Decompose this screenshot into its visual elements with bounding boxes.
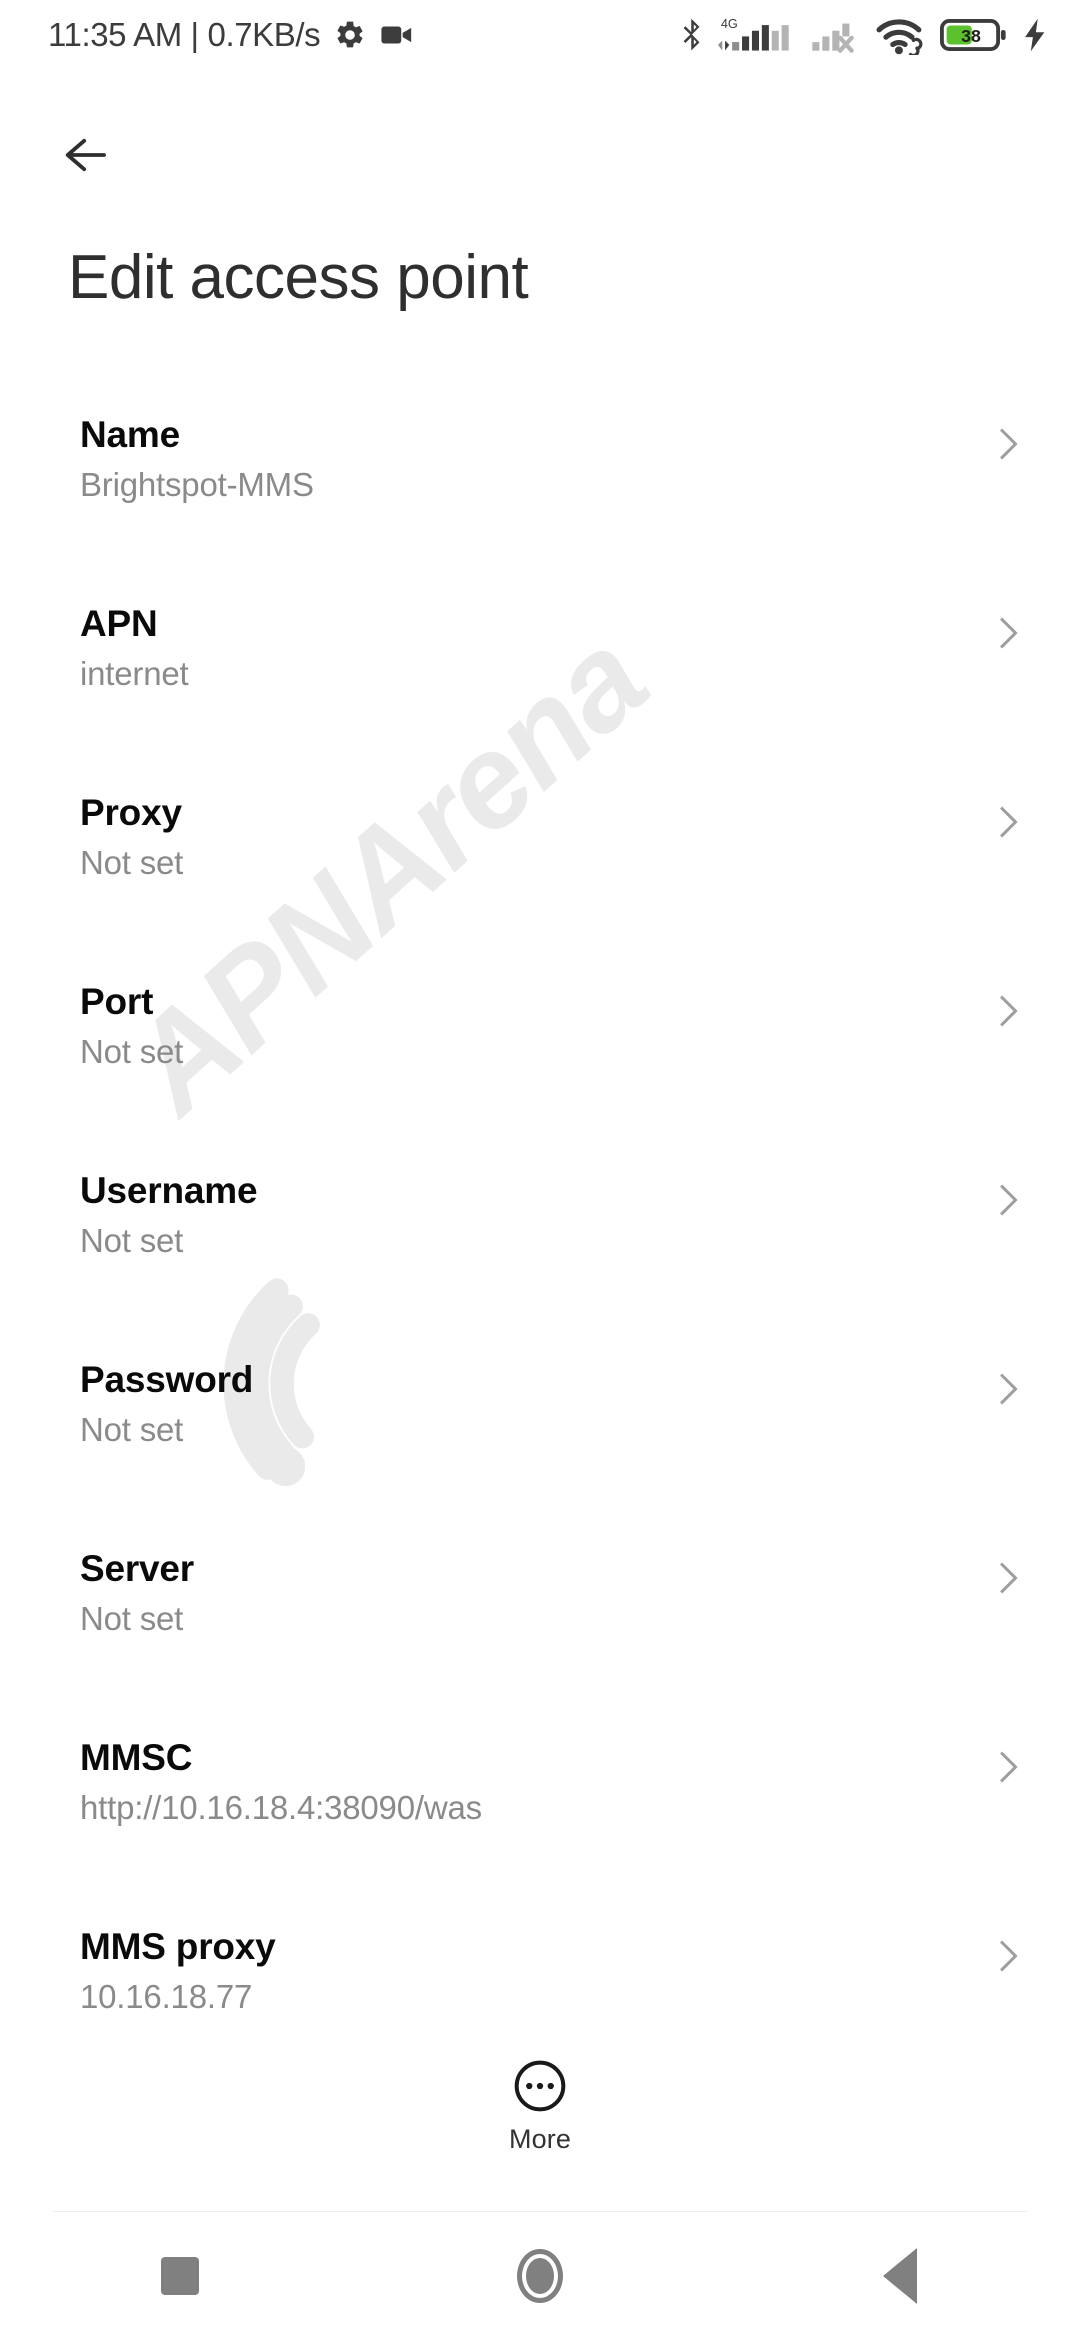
list-item-apn[interactable]: APN internet (0, 587, 1080, 776)
status-bar: 11:35 AM | 0.7KB/s 4G 38 (0, 0, 1080, 70)
access-point-field-list: Name Brightspot-MMS APN internet Proxy N… (0, 398, 1080, 2099)
nav-home-button[interactable] (460, 2212, 620, 2340)
list-item-title: Proxy (80, 792, 182, 833)
list-item-name[interactable]: Name Brightspot-MMS (0, 398, 1080, 587)
charging-bolt-icon (1025, 18, 1045, 52)
list-item-title: Name (80, 414, 180, 455)
nav-back-button[interactable] (820, 2212, 980, 2340)
list-item-username[interactable]: Username Not set (0, 1154, 1080, 1343)
list-item-value: Not set (80, 1222, 184, 1259)
list-item-proxy[interactable]: Proxy Not set (0, 776, 1080, 965)
list-item-server[interactable]: Server Not set (0, 1532, 1080, 1721)
list-item-value: http://10.16.18.4:38090/was (80, 1789, 482, 1826)
more-button[interactable]: More (509, 2036, 571, 2155)
status-bar-left: 11:35 AM | 0.7KB/s (48, 16, 414, 54)
list-item-title: Username (80, 1170, 258, 1211)
chevron-right-icon (1000, 806, 1018, 838)
list-item-title: Server (80, 1548, 195, 1589)
svg-text:4G: 4G (721, 16, 738, 31)
nav-recents-button[interactable] (100, 2212, 260, 2340)
list-item-port[interactable]: Port Not set (0, 965, 1080, 1154)
battery-icon: 38 (940, 19, 1006, 51)
chevron-right-icon (1000, 617, 1018, 649)
bluetooth-icon (683, 18, 700, 51)
chevron-right-icon (1000, 995, 1018, 1027)
page-title: Edit access point (68, 243, 529, 312)
list-item-value: Not set (80, 1600, 184, 1637)
home-circle-icon (517, 2249, 563, 2303)
list-item-value: Brightspot-MMS (80, 466, 314, 503)
list-item-value: 10.16.18.77 (80, 1978, 253, 2015)
gear-icon (337, 21, 363, 48)
status-bar-right: 4G 38 (678, 15, 1050, 55)
chevron-right-icon (1000, 1751, 1018, 1783)
phone-screen: APNArena 11:35 AM | 0.7KB/s 4G 38 Edit a… (0, 0, 1080, 2340)
wifi-icon (876, 19, 923, 55)
list-item-password[interactable]: Password Not set (0, 1343, 1080, 1532)
back-arrow-button[interactable] (54, 115, 134, 195)
battery-level-text: 38 (961, 26, 981, 46)
signal-bars-sim2-no-service-icon (812, 23, 854, 53)
list-item-value: internet (80, 655, 189, 692)
back-triangle-icon (883, 2248, 917, 2304)
chevron-right-icon (1000, 1940, 1018, 1972)
list-item-value: Not set (80, 844, 184, 881)
list-item-title: Password (80, 1359, 254, 1400)
more-dots-circle-icon (514, 2060, 566, 2112)
camcorder-icon (381, 26, 412, 44)
recents-square-icon (161, 2257, 199, 2295)
list-item-value: Not set (80, 1033, 184, 1070)
list-item-title: Port (80, 981, 154, 1022)
chevron-right-icon (1000, 1373, 1018, 1405)
back-arrow-icon (65, 138, 106, 172)
more-bar: More (0, 2036, 1080, 2212)
vpn-link-icon (908, 37, 923, 55)
list-item-title: APN (80, 603, 158, 644)
list-item-value: Not set (80, 1411, 184, 1448)
chevron-right-icon (1000, 428, 1018, 460)
list-item-title: MMSC (80, 1737, 193, 1778)
list-item-mmsc[interactable]: MMSC http://10.16.18.4:38090/was (0, 1721, 1080, 1910)
status-clock-and-netspeed: 11:35 AM | 0.7KB/s (48, 16, 321, 53)
signal-bars-sim1-icon: 4G (718, 16, 789, 51)
chevron-right-icon (1000, 1184, 1018, 1216)
more-label: More (509, 2124, 571, 2154)
chevron-right-icon (1000, 1562, 1018, 1594)
android-navigation-bar (0, 2212, 1080, 2340)
list-item-title: MMS proxy (80, 1926, 276, 1967)
